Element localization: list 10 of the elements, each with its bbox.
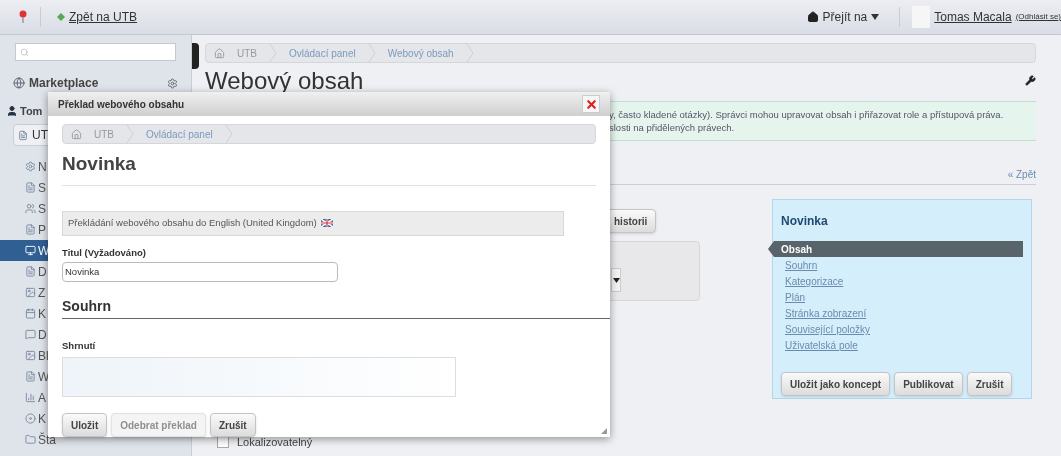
dialog-heading: Novinka xyxy=(62,150,596,186)
localizable-label: Lokalizovatelný xyxy=(237,434,313,450)
side-panel-title: Novinka xyxy=(781,213,829,230)
summary-field-label: Shrnutí xyxy=(62,338,97,353)
page-title: Webový obsah xyxy=(205,69,364,93)
info-text: slosti na přidělených právech. xyxy=(609,121,736,134)
title-field-label: Titul (Vyžadováno) xyxy=(62,245,147,260)
translation-notice: Překládání webového obsahu do English (United Kingdom) xyxy=(62,210,564,236)
dialog-title: Překlad webového obsahu xyxy=(58,97,185,112)
section-heading: Souhrn xyxy=(62,295,610,319)
